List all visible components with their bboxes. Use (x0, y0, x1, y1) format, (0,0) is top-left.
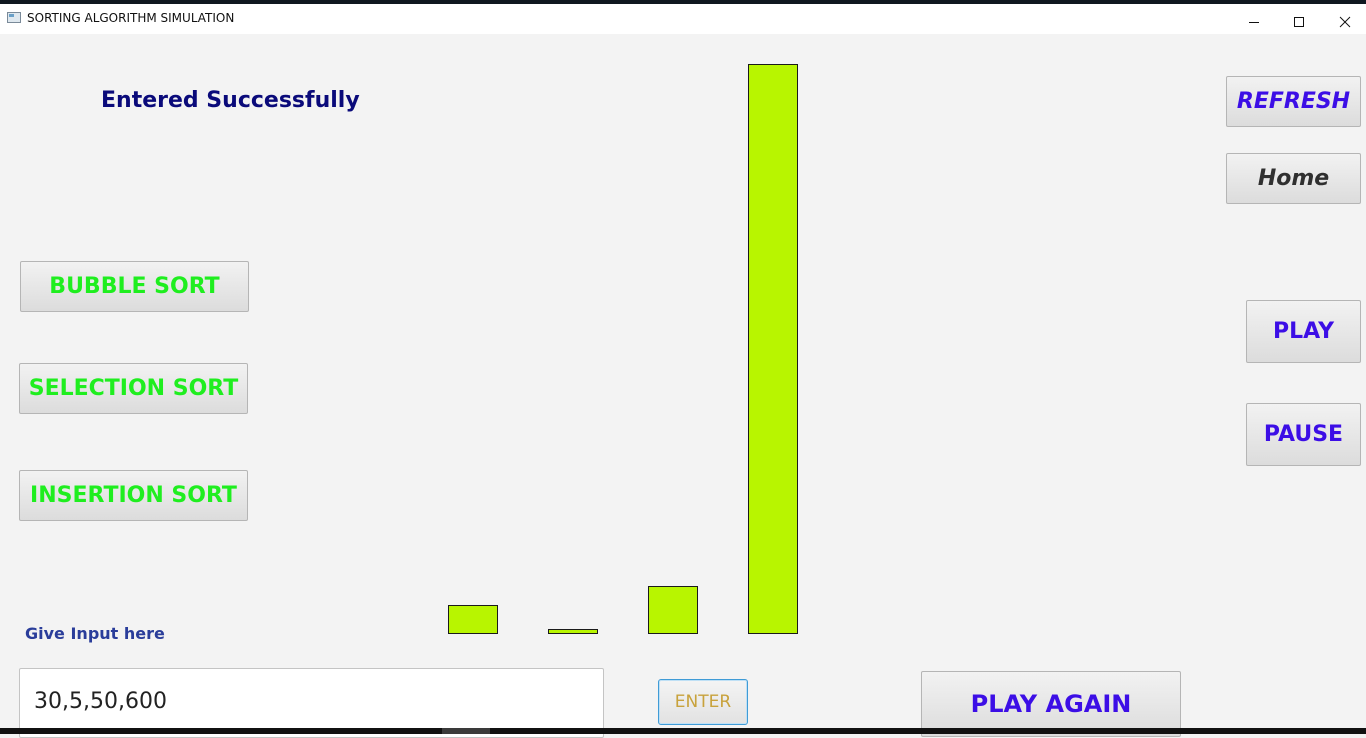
input-label: Give Input here (25, 624, 165, 643)
sort-bar (548, 629, 598, 634)
app-icon (7, 12, 21, 23)
insertion-sort-button[interactable]: INSERTION SORT (19, 470, 248, 521)
pause-button[interactable]: PAUSE (1246, 403, 1361, 466)
close-icon (1339, 16, 1351, 28)
window-title: SORTING ALGORITHM SIMULATION (27, 11, 235, 25)
close-button[interactable] (1322, 8, 1366, 36)
taskbar-strip (0, 728, 1366, 734)
selection-sort-button[interactable]: SELECTION SORT (19, 363, 248, 414)
minimize-icon (1249, 22, 1259, 23)
sort-bar (748, 64, 798, 634)
title-bar: SORTING ALGORITHM SIMULATION (0, 4, 1366, 34)
maximize-icon (1294, 17, 1304, 27)
enter-button[interactable]: ENTER (658, 679, 748, 725)
maximize-button[interactable] (1276, 8, 1322, 36)
refresh-button[interactable]: REFRESH (1226, 76, 1361, 127)
play-button[interactable]: PLAY (1246, 300, 1361, 363)
status-message: Entered Successfully (101, 88, 360, 113)
home-button[interactable]: Home (1226, 153, 1361, 204)
minimize-button[interactable] (1231, 8, 1277, 36)
sort-bar (448, 605, 498, 634)
bubble-sort-button[interactable]: BUBBLE SORT (20, 261, 249, 312)
taskbar-highlight (442, 728, 490, 734)
sort-bar (648, 586, 698, 634)
